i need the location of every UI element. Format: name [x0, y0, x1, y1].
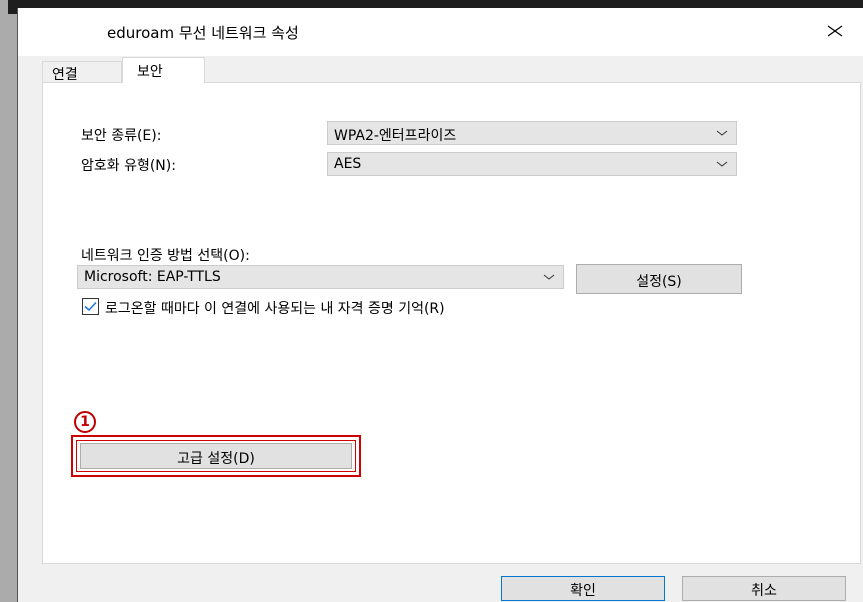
encryption-type-label: 암호화 유형(N): [81, 158, 176, 174]
security-panel: 보안 종류(E): WPA2-엔터프라이즈 암호화 유형(N): AES 네트워… [42, 82, 861, 564]
title-bar: eduroam 무선 네트워크 속성 [18, 8, 863, 56]
chevron-down-icon [716, 130, 728, 136]
remember-credentials-checkbox[interactable] [82, 298, 99, 315]
tab-label: 보안 [137, 64, 163, 80]
dialog-client: 연결 보안 보안 종류(E): WPA2-엔터프라이즈 암호화 유형(N): A… [18, 56, 863, 602]
security-type-select[interactable]: WPA2-엔터프라이즈 [327, 121, 737, 145]
annotation-marker: 1 [74, 411, 96, 433]
chevron-down-icon [543, 274, 555, 280]
auth-method-value: Microsoft: EAP-TTLS [84, 269, 221, 285]
auth-method-label: 네트워크 인증 방법 선택(O): [81, 248, 250, 264]
security-type-value: WPA2-엔터프라이즈 [334, 128, 457, 144]
tab-connection[interactable]: 연결 [42, 61, 122, 83]
auth-method-select[interactable]: Microsoft: EAP-TTLS [77, 265, 564, 289]
encryption-type-value: AES [334, 156, 362, 172]
checkmark-icon [84, 301, 97, 312]
security-type-label: 보안 종류(E): [81, 128, 162, 144]
settings-button[interactable]: 설정(S) [576, 264, 742, 294]
remember-credentials-label: 로그온할 때마다 이 연결에 사용되는 내 자격 증명 기억(R) [105, 301, 445, 317]
encryption-type-select[interactable]: AES [327, 152, 737, 176]
tab-label: 연결 [52, 67, 78, 83]
chevron-down-icon [716, 161, 728, 167]
window-title: eduroam 무선 네트워크 속성 [107, 24, 299, 42]
ok-button[interactable]: 확인 [501, 576, 665, 601]
advanced-settings-button[interactable]: 고급 설정(D) [80, 443, 352, 469]
tab-security[interactable]: 보안 [122, 57, 205, 83]
close-icon[interactable] [825, 21, 845, 41]
cancel-button[interactable]: 취소 [682, 576, 846, 601]
properties-window: eduroam 무선 네트워크 속성 연결 보안 보안 종류(E): WPA2-… [17, 8, 863, 602]
